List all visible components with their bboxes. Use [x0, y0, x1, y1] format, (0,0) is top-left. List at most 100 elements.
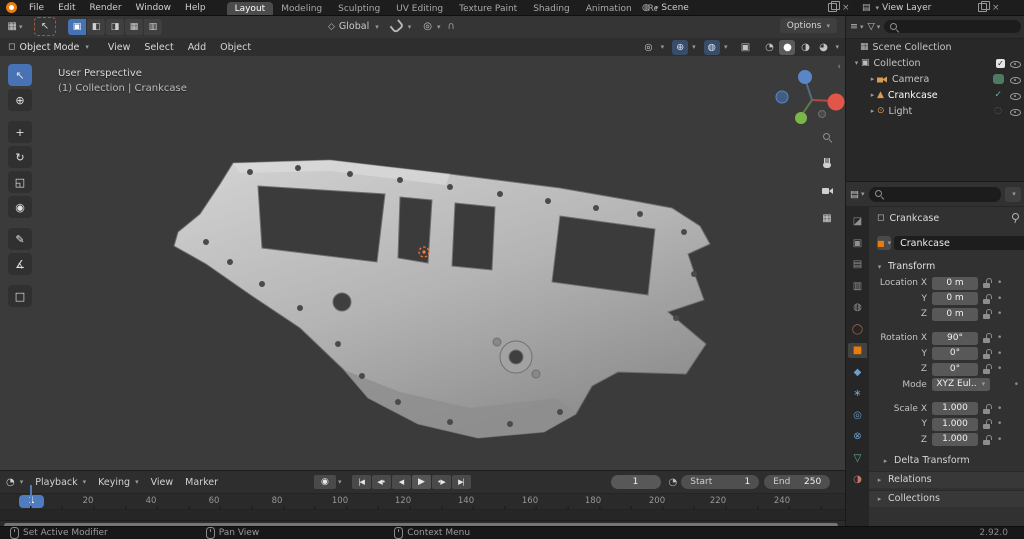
tool-transform[interactable]: ◉ [8, 196, 32, 218]
menu-playback[interactable]: Playback▾ [29, 477, 92, 488]
tab-particles[interactable]: ∗ [848, 386, 867, 401]
menu-view-timeline[interactable]: View [145, 477, 180, 488]
editor-type-button[interactable]: ▦▾ [6, 19, 24, 35]
tab-modeling[interactable]: Modeling [273, 2, 330, 15]
overlays-toggle[interactable]: ◍▾ [704, 40, 728, 55]
animate-dot[interactable]: • [997, 349, 1002, 359]
options-button[interactable]: Options ▾ [780, 18, 837, 33]
lock-icon[interactable] [983, 435, 992, 445]
tool-scale[interactable]: ◱ [8, 171, 32, 193]
sidebar-collapse-arrow[interactable]: ‹ [837, 62, 841, 72]
outliner-row-light[interactable]: ▸ ⊙ Light ◌ [846, 103, 1024, 119]
close-icon[interactable]: × [840, 3, 852, 13]
collection-checkbox[interactable]: ✓ [996, 59, 1005, 68]
lock-icon[interactable] [983, 294, 992, 304]
menu-keying[interactable]: Keying▾ [92, 477, 144, 488]
outliner-row-camera[interactable]: ▸ Camera [846, 71, 1024, 87]
scale-x-field[interactable]: 1.000 [932, 402, 978, 415]
properties-editor-type-button[interactable]: ▤▾ [850, 189, 865, 200]
animate-dot[interactable]: • [997, 294, 1002, 304]
animate-dot[interactable]: • [1014, 380, 1019, 390]
tab-scene[interactable]: ◍ [848, 300, 867, 315]
navigation-gizmo[interactable] [776, 70, 845, 124]
menu-help[interactable]: Help [178, 3, 213, 13]
tab-animation[interactable]: Animation [578, 2, 640, 15]
transform-panel-header[interactable]: ▾ Transform [875, 259, 1024, 274]
menu-view[interactable]: View [101, 42, 138, 53]
pin-icon[interactable] [1010, 213, 1019, 223]
tab-uv-editing[interactable]: UV Editing [388, 2, 451, 15]
lock-icon[interactable] [983, 364, 992, 374]
menu-add[interactable]: Add [181, 42, 213, 53]
gizmos-toggle[interactable]: ⊕▾ [672, 40, 695, 55]
scene-selector[interactable]: ◍ ▾ Scene [642, 1, 689, 14]
blender-logo-icon[interactable] [6, 2, 17, 13]
tab-constraints[interactable]: ⊗ [848, 429, 867, 444]
select-mode-invert[interactable]: ▦ [125, 19, 144, 35]
new-view-layer-icon[interactable] [978, 3, 987, 12]
visibility-dropdown[interactable]: ◎▾ [640, 40, 664, 55]
animate-dot[interactable]: • [997, 404, 1002, 414]
tab-shading[interactable]: Shading [525, 2, 578, 15]
tab-world[interactable]: ◯ [848, 322, 867, 337]
lock-icon[interactable] [983, 349, 992, 359]
current-frame-field[interactable]: 1 [611, 475, 661, 489]
tab-material[interactable]: ◑ [848, 472, 867, 487]
lock-icon[interactable] [983, 404, 992, 414]
frame-start-field[interactable]: Start 1 [681, 475, 759, 489]
animate-dot[interactable]: • [997, 278, 1002, 288]
snap-toggle[interactable]: ▾ [391, 22, 412, 31]
delta-transform-panel[interactable]: ▸ Delta Transform [869, 453, 1024, 469]
tool-annotate[interactable]: ✎ [8, 228, 32, 250]
crankcase-model[interactable] [0, 56, 845, 470]
view-layer-selector[interactable]: ▤ ▾ View Layer [862, 1, 931, 14]
scale-z-field[interactable]: 1.000 [932, 433, 978, 446]
menu-window[interactable]: Window [129, 3, 179, 13]
object-type-button[interactable]: ■▾ [877, 236, 891, 250]
tool-add-cube[interactable]: □ [8, 285, 32, 307]
menu-render[interactable]: Render [83, 3, 129, 13]
expand-icon[interactable]: ▸ [868, 75, 877, 83]
animate-dot[interactable]: • [997, 435, 1002, 445]
outliner-search[interactable] [884, 20, 1021, 33]
zoom-button[interactable] [818, 128, 836, 146]
shading-solid-button[interactable]: ● [779, 40, 795, 55]
lock-icon[interactable] [983, 419, 992, 429]
outliner-row-collection[interactable]: ▾ ▣ Collection ✓ [846, 55, 1024, 71]
expand-icon[interactable]: ▸ [868, 107, 877, 115]
expand-icon[interactable]: ▸ [868, 91, 877, 99]
properties-search[interactable] [869, 187, 1002, 202]
select-mode-subtract[interactable]: ◨ [106, 19, 125, 35]
tab-tool[interactable]: ◪ [848, 214, 867, 229]
lock-icon[interactable] [983, 333, 992, 343]
tab-layout[interactable]: Layout [227, 2, 274, 15]
tab-physics[interactable]: ◎ [848, 408, 867, 423]
pan-button[interactable] [818, 154, 836, 172]
collections-panel[interactable]: ▸ Collections [869, 490, 1024, 507]
menu-select[interactable]: Select [137, 42, 180, 53]
animate-dot[interactable]: • [997, 333, 1002, 343]
mode-selector[interactable]: ◻ Object Mode ▾ [4, 39, 95, 55]
tool-cursor[interactable]: ⊕ [8, 89, 32, 111]
viewport-3d[interactable]: User Perspective (1) Collection | Crankc… [0, 56, 845, 470]
hide-eye-icon[interactable] [1010, 106, 1021, 116]
camera-view-button[interactable] [818, 182, 836, 200]
lock-icon[interactable] [983, 309, 992, 319]
rotation-x-field[interactable]: 90° [932, 332, 978, 345]
orientation-selector[interactable]: ◇ Global ▾ [328, 21, 379, 32]
lock-icon[interactable] [983, 278, 992, 288]
timeline-ruler[interactable]: 20 40 60 80 100 120 140 160 180 200 220 … [0, 494, 845, 510]
hide-eye-icon[interactable] [1010, 74, 1021, 84]
new-scene-icon[interactable] [828, 3, 837, 12]
play-reverse-button[interactable]: ◀ [392, 475, 411, 489]
animate-dot[interactable]: • [997, 364, 1002, 374]
filter-dropdown-button[interactable]: ▾ [1005, 187, 1021, 202]
outliner-display-mode-button[interactable]: ≡▾ [850, 21, 863, 32]
location-z-field[interactable]: 0 m [932, 308, 978, 321]
menu-edit[interactable]: Edit [51, 3, 82, 13]
select-mode-extend[interactable]: ◧ [87, 19, 106, 35]
shading-wireframe-button[interactable]: ◔ [761, 40, 777, 55]
timeline-editor-type-button[interactable]: ◔▾ [0, 477, 29, 488]
auto-keyframe-button[interactable]: ◉ [314, 475, 336, 489]
jump-to-start-button[interactable]: |◀ [352, 475, 371, 489]
